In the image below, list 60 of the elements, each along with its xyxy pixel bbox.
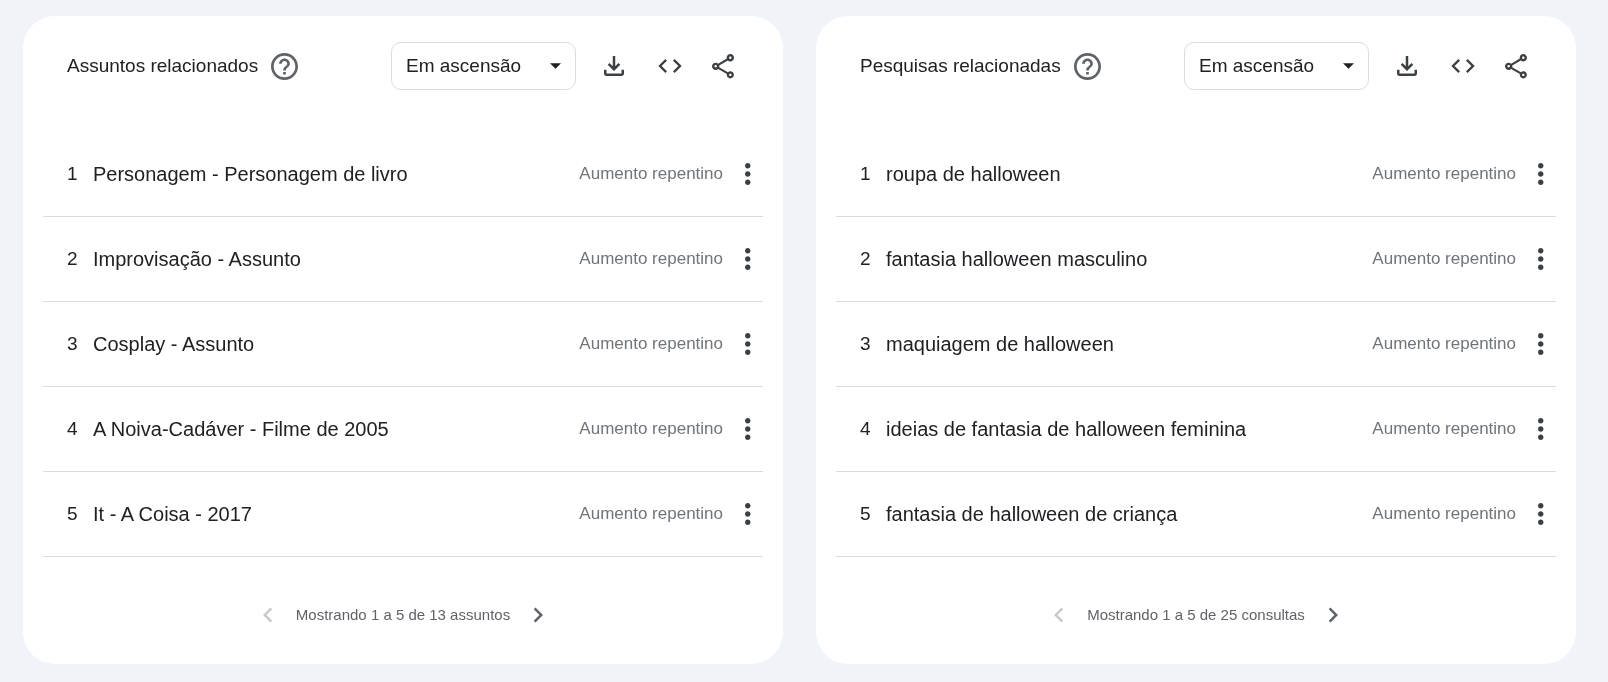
rank-number: 5 <box>66 501 79 526</box>
item-label[interactable]: A Noiva-Cadáver - Filme de 2005 <box>93 414 389 444</box>
vertical-dots-icon <box>1538 333 1544 355</box>
rank-number: 2 <box>66 246 79 271</box>
code-icon <box>658 59 682 73</box>
pagination-text: Mostrando 1 a 5 de 25 consultas <box>1087 604 1305 625</box>
vertical-dots-icon <box>745 503 751 525</box>
share-icon <box>712 53 734 79</box>
trend-value: Aumento repentino <box>1372 418 1516 441</box>
item-label[interactable]: Cosplay - Assunto <box>93 329 255 359</box>
trend-dropdown[interactable]: Em ascensão <box>391 42 576 90</box>
chevron-left-icon <box>262 607 273 623</box>
trend-value: Aumento repentino <box>579 418 723 441</box>
download-icon <box>604 56 624 76</box>
panel-title: Assuntos relacionados <box>67 53 259 78</box>
vertical-dots-icon <box>745 248 751 270</box>
trend-value: Aumento repentino <box>1372 163 1516 186</box>
rank-number: 1 <box>66 161 79 186</box>
vertical-dots-icon <box>1538 503 1544 525</box>
rank-number: 4 <box>859 416 872 441</box>
item-label[interactable]: ideias de fantasia de halloween feminina <box>886 414 1247 444</box>
item-label[interactable]: maquiagem de halloween <box>886 329 1114 359</box>
trend-value: Aumento repentino <box>1372 248 1516 271</box>
rank-number: 4 <box>66 416 79 441</box>
trend-value: Aumento repentino <box>579 503 723 526</box>
help-icon[interactable] <box>271 52 299 80</box>
vertical-dots-icon <box>1538 248 1544 270</box>
download-icon <box>1397 56 1417 76</box>
rank-number: 3 <box>859 331 872 356</box>
vertical-dots-icon <box>745 333 751 355</box>
item-label[interactable]: Personagem - Personagem de livro <box>93 159 408 189</box>
vertical-dots-icon <box>1538 163 1544 185</box>
item-label[interactable]: fantasia de halloween de criança <box>886 499 1178 529</box>
caret-down-icon <box>1343 63 1354 69</box>
rank-number: 2 <box>859 246 872 271</box>
item-label[interactable]: It - A Coisa - 2017 <box>93 499 252 529</box>
item-label[interactable]: Improvisação - Assunto <box>93 244 301 274</box>
rank-number: 3 <box>66 331 79 356</box>
vertical-dots-icon <box>745 418 751 440</box>
trend-value: Aumento repentino <box>1372 503 1516 526</box>
item-label[interactable]: roupa de halloween <box>886 159 1061 189</box>
panel-title: Pesquisas relacionadas <box>860 53 1061 78</box>
chevron-right-icon <box>1327 607 1338 623</box>
rank-number: 5 <box>859 501 872 526</box>
trend-value: Aumento repentino <box>579 163 723 186</box>
item-label[interactable]: fantasia halloween masculino <box>886 244 1148 274</box>
trend-value: Aumento repentino <box>579 248 723 271</box>
share-icon <box>1505 53 1527 79</box>
help-icon[interactable] <box>1073 52 1101 80</box>
trend-dropdown[interactable]: Em ascensão <box>1184 42 1369 90</box>
trend-value: Aumento repentino <box>1372 333 1516 356</box>
chevron-right-icon <box>533 607 544 623</box>
vertical-dots-icon <box>745 163 751 185</box>
trend-value: Aumento repentino <box>579 333 723 356</box>
rank-number: 1 <box>859 161 872 186</box>
pagination-text: Mostrando 1 a 5 de 13 assuntos <box>295 604 511 625</box>
vertical-dots-icon <box>1538 418 1544 440</box>
caret-down-icon <box>550 63 561 69</box>
chevron-left-icon <box>1054 607 1065 623</box>
code-icon <box>1451 59 1475 73</box>
